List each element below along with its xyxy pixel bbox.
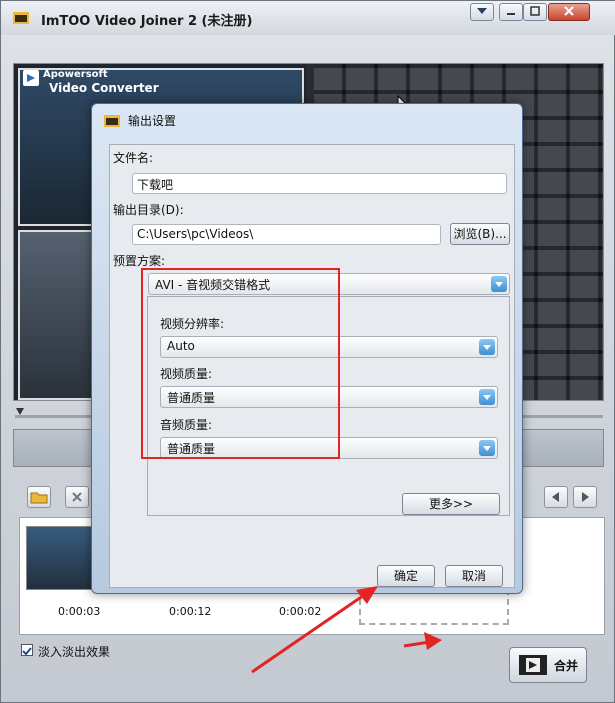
minimize-icon bbox=[507, 13, 515, 15]
output-dir-input[interactable]: C:\Users\pc\Videos\ bbox=[132, 224, 441, 245]
add-file-button[interactable] bbox=[27, 486, 51, 508]
browse-button[interactable]: 浏览(B)... bbox=[450, 223, 510, 245]
clip-duration: 0:00:12 bbox=[169, 605, 212, 618]
slider-thumb[interactable] bbox=[16, 408, 24, 415]
fade-checkbox-label: 淡入淡出效果 bbox=[38, 645, 111, 659]
close-button[interactable] bbox=[548, 3, 590, 21]
maximize-button[interactable] bbox=[523, 3, 547, 21]
highlight-box bbox=[141, 268, 340, 459]
maximize-icon bbox=[530, 6, 540, 16]
clip-duration: 0:00:03 bbox=[58, 605, 101, 618]
apowersoft-logo-icon bbox=[23, 70, 39, 86]
triangle-down-icon bbox=[477, 8, 487, 14]
film-icon bbox=[519, 655, 547, 675]
merge-button[interactable]: 合并 bbox=[509, 647, 587, 683]
move-left-button[interactable] bbox=[544, 486, 568, 508]
move-right-button[interactable] bbox=[573, 486, 597, 508]
checkmark-icon bbox=[22, 647, 32, 656]
merge-button-label: 合并 bbox=[554, 659, 579, 673]
filename-label: 文件名: bbox=[113, 151, 154, 165]
dialog-app-icon bbox=[104, 115, 120, 127]
folder-icon bbox=[30, 492, 48, 504]
cancel-button[interactable]: 取消 bbox=[445, 565, 503, 587]
close-icon bbox=[564, 6, 574, 16]
window-title: ImTOO Video Joiner 2 (未注册) bbox=[41, 14, 253, 29]
ok-button[interactable]: 确定 bbox=[377, 565, 435, 587]
minimize-button[interactable] bbox=[499, 3, 523, 21]
remove-file-button[interactable] bbox=[65, 486, 89, 508]
chevron-down-icon bbox=[491, 276, 507, 292]
filename-input[interactable]: 下载吧 bbox=[132, 173, 507, 194]
preview-logo-line2: Video Converter bbox=[49, 81, 159, 95]
dropdown-menu-button[interactable] bbox=[470, 3, 494, 21]
clip-thumbnail[interactable] bbox=[26, 526, 98, 590]
fade-checkbox[interactable] bbox=[21, 644, 33, 656]
output-dir-label: 输出目录(D): bbox=[113, 203, 184, 217]
clip-duration: 0:00:02 bbox=[279, 605, 322, 618]
arrow-right-icon bbox=[582, 492, 589, 502]
arrow-left-icon bbox=[552, 492, 559, 502]
close-icon bbox=[72, 492, 82, 502]
dialog-title: 输出设置 bbox=[128, 114, 177, 128]
app-icon bbox=[13, 12, 29, 24]
preset-label: 预置方案: bbox=[113, 254, 166, 268]
title-bar[interactable]: ImTOO Video Joiner 2 (未注册) bbox=[1, 1, 615, 35]
preview-logo-line1: Apowersoft bbox=[43, 69, 108, 80]
